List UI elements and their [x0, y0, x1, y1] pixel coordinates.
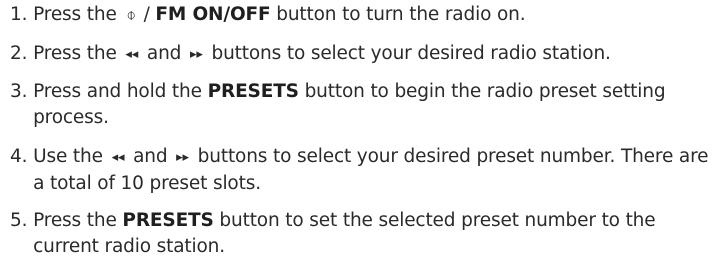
- step-3: 3. Press and hold the PRESETS button to …: [10, 79, 710, 131]
- step-number: 4.: [10, 146, 34, 167]
- step-1: 1. Press the ⌽ / FM ON/OFF button to tur…: [10, 2, 526, 28]
- step-number: 2.: [10, 43, 34, 64]
- step-2: 2. Press the ◂◂ and ▸▸ buttons to select…: [10, 41, 611, 68]
- step-text-part: buttons to select your desired radio sta…: [205, 43, 611, 64]
- rewind-icon: ◂◂: [111, 150, 125, 165]
- step-4: 4. Use the ◂◂ and ▸▸ buttons to select y…: [10, 144, 710, 197]
- button-name-fm-on-off: FM ON/OFF: [155, 4, 271, 25]
- step-text: Press the ⌽ / FM ON/OFF button to turn t…: [33, 2, 526, 28]
- step-text-part: /: [137, 4, 156, 25]
- step-text: Use the ◂◂ and ▸▸ buttons to select your…: [33, 144, 710, 197]
- step-text: Press the PRESETS button to set the sele…: [33, 208, 710, 260]
- step-text-part: Press and hold the: [33, 81, 208, 102]
- step-text-part: button to turn the radio on.: [270, 4, 526, 25]
- button-name-presets: PRESETS: [122, 210, 214, 231]
- fast-forward-icon: ▸▸: [176, 150, 189, 165]
- step-text-part: Press the: [33, 210, 123, 231]
- step-text: Press the ◂◂ and ▸▸ buttons to select yo…: [33, 41, 611, 68]
- step-number: 3.: [10, 81, 34, 102]
- step-text-part: Press the: [33, 4, 123, 25]
- rewind-icon: ◂◂: [125, 47, 139, 62]
- step-5: 5. Press the PRESETS button to set the s…: [10, 208, 710, 260]
- power-standby-icon: ⌽: [126, 5, 136, 24]
- step-text: Press and hold the PRESETS button to beg…: [33, 79, 710, 131]
- fast-forward-icon: ▸▸: [190, 47, 203, 62]
- button-name-presets: PRESETS: [207, 81, 299, 102]
- step-text-part: and: [141, 43, 187, 64]
- step-number: 5.: [10, 210, 34, 231]
- step-number: 1.: [10, 4, 34, 25]
- step-text-part: Use the: [33, 146, 109, 167]
- step-text-part: and: [127, 146, 174, 167]
- step-text-part: Press the: [33, 43, 123, 64]
